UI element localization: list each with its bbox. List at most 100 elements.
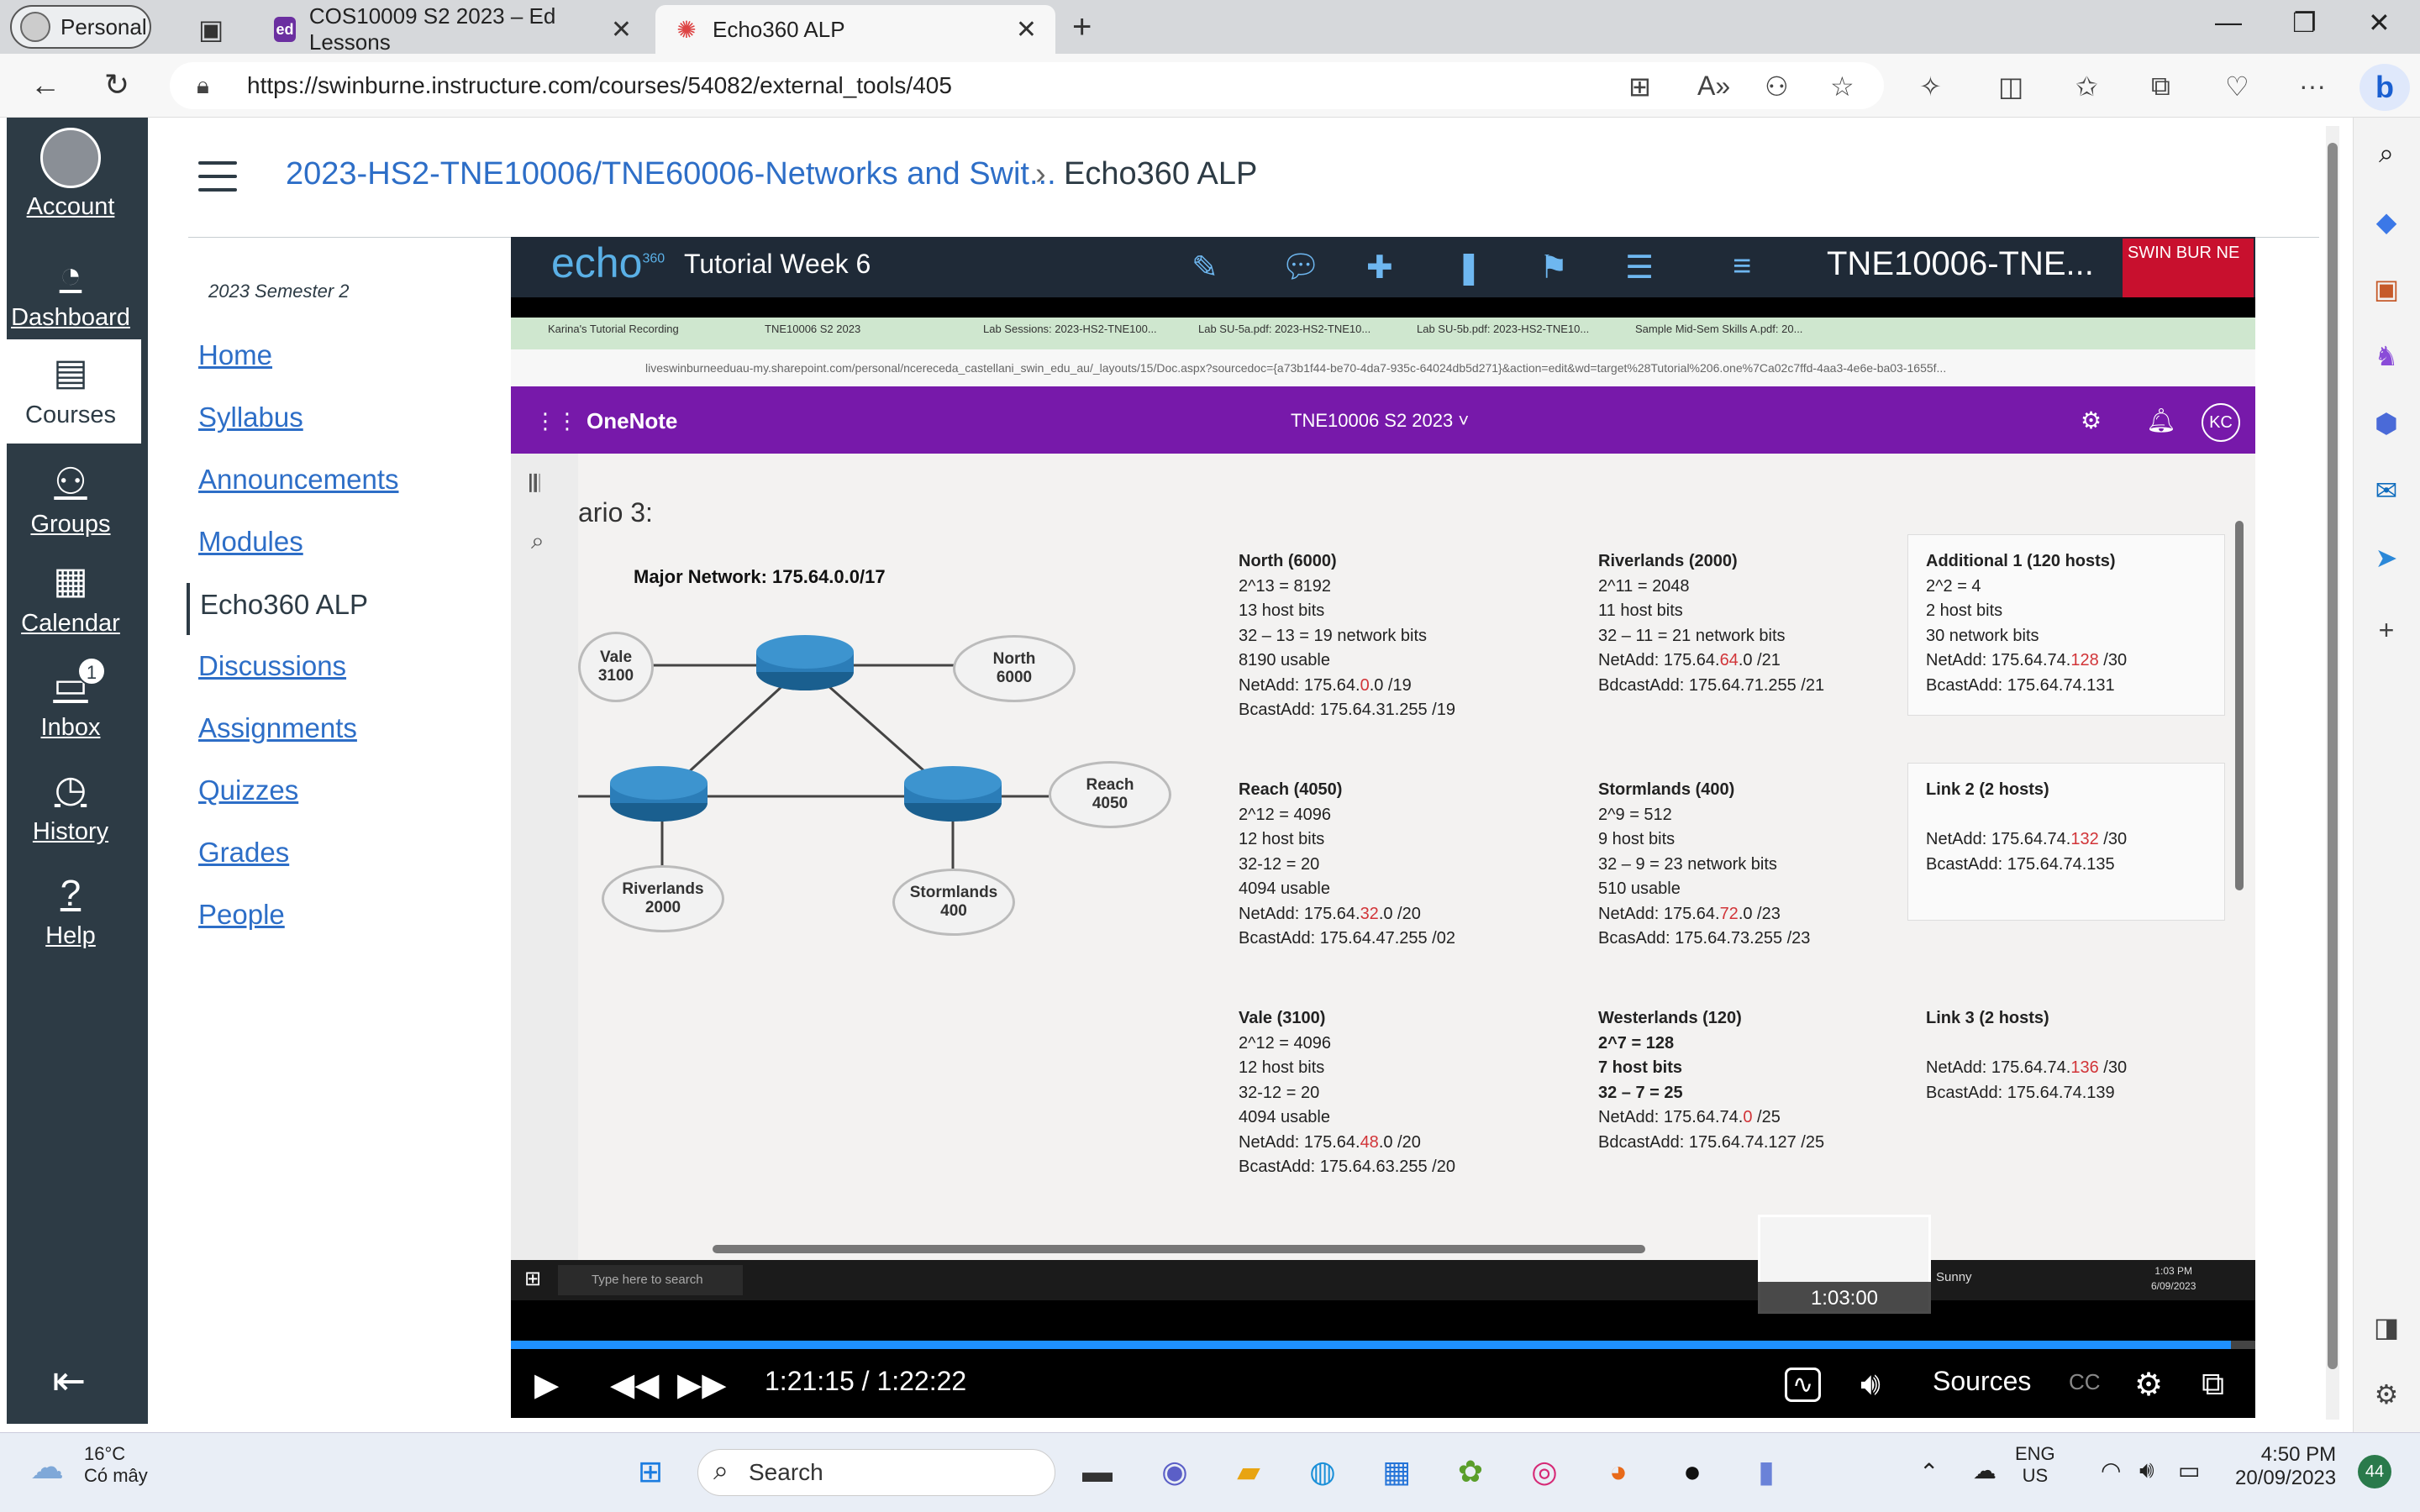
course-nav-announcements[interactable]: Announcements bbox=[198, 464, 399, 496]
course-nav-discussions[interactable]: Discussions bbox=[198, 650, 346, 682]
collections-icon[interactable]: ⧉ bbox=[2151, 71, 2170, 102]
layout-button[interactable]: ⧉ bbox=[2202, 1354, 2224, 1415]
favorite-star-icon[interactable]: ☆ bbox=[1830, 71, 1854, 102]
global-nav-account[interactable]: Account bbox=[0, 128, 141, 221]
new-tab-icon[interactable]: + bbox=[1072, 8, 1092, 46]
course-nav-syllabus[interactable]: Syllabus bbox=[198, 402, 303, 433]
tools-icon[interactable]: ▣ bbox=[2370, 272, 2403, 306]
close-tab-icon[interactable]: ✕ bbox=[1016, 15, 1037, 45]
global-nav-history[interactable]: ◷ History bbox=[0, 766, 141, 846]
layout-icon: ⧉ bbox=[2202, 1366, 2225, 1402]
close-window-icon[interactable]: ✕ bbox=[2368, 7, 2391, 39]
m365-icon[interactable]: ⬢ bbox=[2370, 407, 2403, 440]
copilot-icon[interactable]: b bbox=[2360, 64, 2410, 111]
edge-icon[interactable]: ◍ bbox=[1299, 1448, 1346, 1495]
performance-icon[interactable]: ♡ bbox=[2225, 71, 2249, 102]
tab-ed-lessons[interactable]: ed COS10009 S2 2023 – Ed Lessons ✕ bbox=[255, 3, 650, 55]
rewind-button[interactable]: ◀◀ bbox=[610, 1354, 659, 1415]
weather-widget[interactable]: 16°C Có mây bbox=[84, 1443, 148, 1487]
instagram-icon[interactable]: ◎ bbox=[1521, 1448, 1568, 1495]
subnet-title: North (6000) bbox=[1239, 552, 1337, 570]
global-nav-groups[interactable]: ⚇ Groups bbox=[0, 459, 141, 538]
send-icon[interactable]: ➤ bbox=[2370, 541, 2403, 575]
forward-button[interactable]: ▶▶ bbox=[677, 1354, 726, 1415]
more-icon[interactable]: ··· bbox=[2299, 71, 2326, 102]
minimize-icon[interactable]: — bbox=[2215, 7, 2242, 38]
global-nav-calendar[interactable]: ▦ Calendar bbox=[0, 558, 141, 638]
course-nav-home[interactable]: Home bbox=[198, 339, 272, 371]
flag-icon[interactable]: ⚑ bbox=[1539, 249, 1568, 286]
settings-button[interactable]: ⚙ bbox=[2134, 1354, 2163, 1415]
start-icon[interactable]: ⊞ bbox=[627, 1448, 674, 1495]
read-aloud-icon[interactable]: A» bbox=[1697, 71, 1730, 102]
volume-icon[interactable]: 🔊︎ bbox=[2139, 1457, 2154, 1484]
global-nav-dashboard[interactable]: ◔ Dashboard bbox=[0, 252, 141, 332]
course-menu-toggle[interactable] bbox=[198, 161, 237, 192]
firefox-icon[interactable]: ◕ bbox=[1595, 1448, 1642, 1495]
discussion-icon[interactable]: 💬︎ bbox=[1281, 249, 1321, 286]
split-screen-icon[interactable]: ◫ bbox=[1998, 71, 2023, 102]
favorites-icon[interactable]: ✩ bbox=[2075, 71, 2098, 102]
refresh-icon[interactable]: ↻ bbox=[104, 67, 129, 102]
page-scrollbar-thumb[interactable] bbox=[2328, 143, 2338, 1369]
video-tab: Lab SU-5b.pdf: 2023-HS2-TNE10... bbox=[1417, 323, 1590, 335]
taskbar-search[interactable]: ⌕ Search bbox=[697, 1449, 1055, 1496]
subnet-line bbox=[1926, 1032, 2127, 1057]
question-icon[interactable]: ✚ bbox=[1366, 249, 1393, 286]
transcript-icon[interactable]: ☰ bbox=[1625, 249, 1654, 286]
course-nav-quizzes[interactable]: Quizzes bbox=[198, 774, 298, 806]
notification-badge[interactable]: 44 bbox=[2358, 1455, 2391, 1488]
settings-icon[interactable]: ⚙ bbox=[2370, 1378, 2403, 1411]
extensions-icon[interactable]: ✧ bbox=[1919, 71, 1942, 102]
sources-button[interactable]: Sources bbox=[1933, 1366, 2031, 1397]
volume-button[interactable]: 🔊︎ bbox=[1860, 1354, 1881, 1415]
global-nav-inbox[interactable]: ▭ 1 Inbox bbox=[0, 657, 141, 742]
tab-actions-icon[interactable]: ▣ bbox=[198, 13, 224, 45]
app-available-icon[interactable]: ⊞ bbox=[1628, 71, 1651, 102]
restore-icon[interactable]: ❐ bbox=[2292, 7, 2317, 39]
chevron-up-icon[interactable]: ⌃ bbox=[1919, 1458, 1939, 1486]
sidebar-toggle-icon[interactable]: ◨ bbox=[2370, 1310, 2403, 1344]
github-icon[interactable]: ● bbox=[1669, 1448, 1716, 1495]
course-nav-people[interactable]: People bbox=[198, 899, 285, 931]
file-explorer-icon[interactable]: ▰ bbox=[1225, 1448, 1272, 1495]
video-tab: Karina's Tutorial Recording bbox=[548, 323, 679, 335]
course-nav-echo360[interactable]: Echo360 ALP bbox=[187, 583, 368, 635]
add-icon[interactable]: + bbox=[2370, 613, 2403, 647]
language-indicator[interactable]: ENG US bbox=[2015, 1443, 2055, 1487]
collapse-nav-icon[interactable]: ⇤ bbox=[52, 1357, 86, 1404]
tracking-icon[interactable]: ⚇ bbox=[1765, 71, 1789, 102]
outlook-icon[interactable]: ✉ bbox=[2370, 474, 2403, 507]
app-icon[interactable]: ▮ bbox=[1743, 1448, 1790, 1495]
games-icon[interactable]: ♞ bbox=[2370, 339, 2403, 373]
app-icon[interactable]: ✿ bbox=[1447, 1448, 1494, 1495]
play-button[interactable]: ▶ bbox=[534, 1354, 559, 1415]
menu-list-icon[interactable]: ≡ bbox=[1733, 249, 1751, 285]
notes-icon[interactable]: ✎ bbox=[1192, 249, 1218, 286]
echo-logo-sup: 360 bbox=[642, 251, 666, 266]
search-icon[interactable]: ⌕ bbox=[2370, 136, 2403, 170]
teams-icon[interactable]: ◉ bbox=[1151, 1448, 1198, 1495]
bookmark-icon[interactable]: ❚ bbox=[1455, 249, 1482, 286]
subnet-line: 2^11 = 2048 bbox=[1598, 576, 1690, 596]
course-nav-assignments[interactable]: Assignments bbox=[198, 712, 357, 744]
store-icon[interactable]: ▦ bbox=[1373, 1448, 1420, 1495]
onedrive-icon[interactable]: ☁ bbox=[1973, 1457, 1996, 1484]
shopping-tag-icon[interactable]: ◆ bbox=[2370, 205, 2403, 239]
course-nav-modules[interactable]: Modules bbox=[198, 526, 303, 558]
task-view-icon[interactable]: ▬ bbox=[1074, 1448, 1121, 1495]
tab-echo360[interactable]: ✺ Echo360 ALP ✕ bbox=[655, 5, 1055, 54]
url-field[interactable]: 🔒︎ https://swinburne.instructure.com/cou… bbox=[170, 62, 1884, 109]
profile-button[interactable]: Personal bbox=[10, 5, 151, 49]
course-nav-grades[interactable]: Grades bbox=[198, 837, 289, 869]
cc-button[interactable]: CC bbox=[2069, 1369, 2101, 1395]
global-nav-courses[interactable]: ▤ Courses bbox=[0, 339, 141, 444]
global-nav-help[interactable]: ? Help bbox=[0, 870, 141, 950]
breadcrumb-course[interactable]: 2023-HS2-TNE10006/TNE60006-Networks and … bbox=[286, 156, 1056, 192]
close-tab-icon[interactable]: ✕ bbox=[611, 15, 632, 45]
activity-button[interactable]: ∿ bbox=[1785, 1354, 1822, 1415]
wifi-icon[interactable]: ◠ bbox=[2101, 1457, 2121, 1484]
clock[interactable]: 4:50 PM 20/09/2023 bbox=[2235, 1443, 2336, 1490]
battery-icon[interactable]: ▭ bbox=[2178, 1457, 2200, 1484]
back-icon[interactable]: ← bbox=[30, 67, 60, 102]
